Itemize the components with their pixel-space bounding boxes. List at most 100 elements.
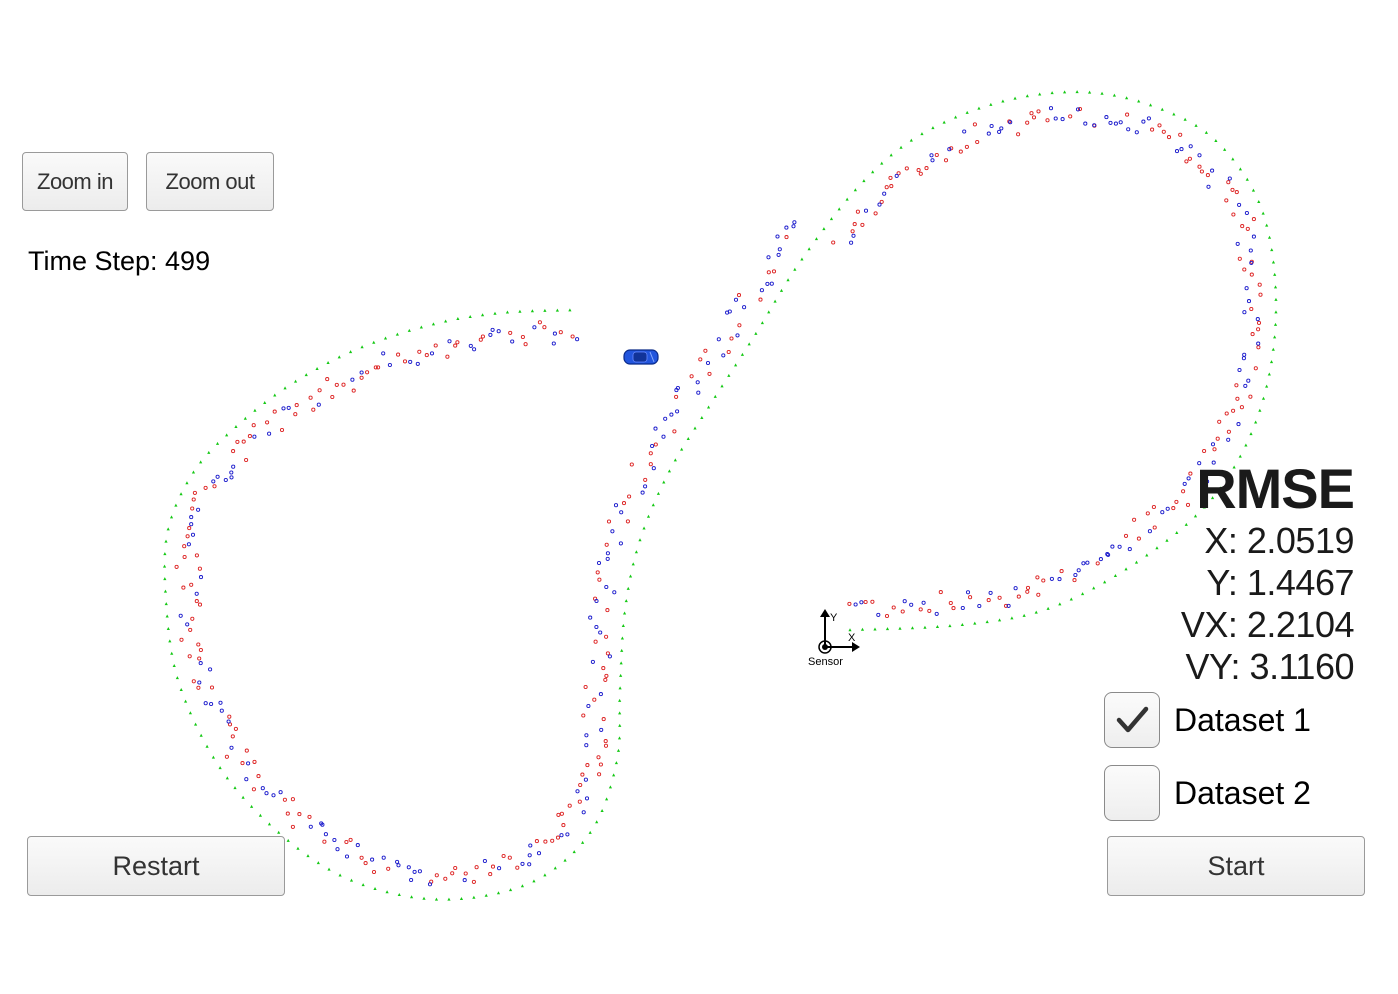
lidar-marker [975, 139, 980, 145]
lidar-marker [831, 240, 836, 245]
ground-truth-marker [581, 840, 585, 844]
sensor-y-label: Y [830, 612, 838, 624]
sensor-origin-icon: Y X Sensor [808, 609, 860, 668]
rmse-vx: VX: 2.2104 [1180, 604, 1355, 645]
lidar-marker [1240, 224, 1245, 229]
ground-truth-marker [174, 503, 178, 507]
ground-truth-marker [1172, 112, 1176, 116]
radar-marker [1076, 568, 1081, 573]
lidar-marker [951, 606, 956, 611]
zoom-out-button[interactable]: Zoom out [146, 152, 274, 211]
ground-truth-marker [1165, 538, 1169, 542]
lidar-marker [852, 222, 857, 227]
radar-marker [1227, 176, 1232, 181]
ground-truth-marker [273, 393, 277, 397]
sensor-label: Sensor [808, 656, 843, 668]
lidar-marker [603, 743, 609, 748]
radar-marker [260, 786, 265, 791]
radar-marker [196, 507, 201, 512]
radar-marker [208, 667, 213, 672]
radar-marker [194, 591, 199, 596]
lidar-marker [592, 697, 597, 702]
ground-truth-marker [853, 188, 857, 192]
radar-marker [1057, 577, 1062, 582]
restart-button[interactable]: Restart [27, 836, 285, 896]
ground-truth-marker [612, 773, 616, 777]
lidar-marker [443, 876, 448, 881]
radar-marker [695, 380, 700, 385]
ground-truth-marker [686, 436, 690, 440]
radar-marker [189, 522, 194, 527]
radar-marker [1179, 147, 1184, 152]
dataset-1-checkbox[interactable]: Dataset 1 [1104, 692, 1311, 748]
lidar-marker [653, 442, 658, 447]
radar-marker [962, 129, 967, 134]
lidar-marker [1226, 429, 1231, 434]
zoom-in-button[interactable]: Zoom in [22, 152, 128, 211]
radar-marker [716, 337, 721, 342]
lidar-marker [1245, 226, 1250, 231]
lidar-marker [212, 484, 217, 489]
lidar-marker [1250, 332, 1255, 337]
ground-truth-marker [1134, 560, 1139, 564]
lidar-marker [307, 814, 312, 819]
radar-marker [1147, 529, 1152, 534]
ground-truth-marker [622, 611, 627, 615]
radar-marker [934, 611, 939, 616]
checkbox-box[interactable] [1104, 692, 1160, 748]
ground-truth-marker [595, 820, 599, 824]
radar-marker [776, 252, 781, 257]
ground-truth-marker [1270, 248, 1274, 252]
checkbox-box[interactable] [1104, 765, 1160, 821]
radar-marker [551, 341, 556, 346]
ground-truth-marker [626, 586, 630, 590]
ground-truth-marker [304, 373, 308, 377]
ground-truth-marker [170, 651, 174, 655]
lidar-marker [543, 839, 548, 844]
ground-truth-marker [191, 470, 196, 474]
ground-truth-marker [1273, 322, 1278, 326]
lidar-marker [601, 717, 606, 722]
ground-truth-marker [1265, 223, 1269, 227]
lidar-marker [508, 330, 513, 335]
lidar-marker [348, 837, 353, 842]
ground-truth-marker [241, 795, 245, 799]
ground-truth-marker [484, 893, 488, 897]
ground-truth-marker [848, 628, 852, 632]
radar-marker [552, 331, 557, 336]
ground-truth-marker [1155, 546, 1159, 550]
lidar-marker [194, 553, 199, 558]
lidar-marker [972, 122, 977, 127]
radar-marker [588, 615, 593, 620]
dataset-2-checkbox[interactable]: Dataset 2 [1104, 765, 1311, 821]
lidar-marker [585, 763, 590, 768]
lidar-marker [689, 374, 694, 379]
ground-truth-marker [218, 766, 222, 770]
start-button[interactable]: Start [1107, 836, 1365, 896]
lidar-marker [596, 755, 601, 760]
ground-truth-marker [910, 626, 915, 630]
ground-truth-marker [253, 408, 257, 412]
lidar-marker [698, 357, 703, 362]
lidar-marker [515, 865, 520, 870]
lidar-marker [766, 270, 771, 275]
lidar-marker [605, 651, 610, 656]
lidar-marker [294, 403, 299, 408]
lidar-marker [191, 497, 196, 502]
ground-truth-marker [829, 217, 834, 221]
lidar-marker [1258, 292, 1263, 297]
ground-truth-marker [553, 866, 557, 870]
radar-marker [429, 351, 435, 356]
radar-marker [643, 484, 648, 489]
lidar-marker [1059, 569, 1064, 574]
ground-truth-marker [326, 361, 330, 365]
radar-marker [705, 360, 711, 366]
ground-truth-marker [740, 352, 745, 356]
radar-marker [1134, 130, 1139, 135]
lidar-marker [334, 382, 339, 387]
lidar-marker [363, 861, 368, 866]
radar-marker [1242, 310, 1247, 315]
lidar-marker [188, 627, 193, 632]
ground-truth-marker [1013, 96, 1017, 100]
lidar-marker [1025, 120, 1030, 125]
